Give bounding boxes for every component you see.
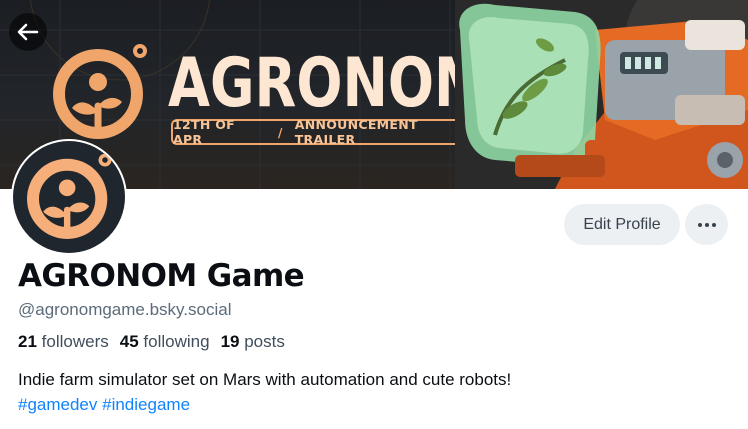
profile-display-name: AGRONOM Game bbox=[18, 258, 305, 294]
agronom-avatar-logo-icon bbox=[27, 153, 112, 239]
banner-title-text: AGRONOM bbox=[168, 44, 488, 114]
edit-profile-button[interactable]: Edit Profile bbox=[564, 204, 680, 245]
profile-bio: Indie farm simulator set on Mars with au… bbox=[18, 370, 512, 389]
posts-stat: 19 posts bbox=[221, 332, 285, 352]
posts-count: 19 bbox=[220, 332, 240, 351]
back-button[interactable] bbox=[9, 13, 47, 51]
profile-tags: #gamedev #indiegame bbox=[18, 395, 190, 415]
ellipsis-icon bbox=[697, 222, 716, 227]
robot-illustration bbox=[455, 0, 748, 189]
profile-handle: @agronomgame.bsky.social bbox=[18, 300, 232, 319]
posts-label: posts bbox=[244, 332, 285, 351]
hashtag-link[interactable]: #indiegame bbox=[102, 395, 190, 414]
arrow-left-icon bbox=[17, 23, 39, 41]
following-stat[interactable]: 45 following bbox=[120, 332, 210, 352]
following-count: 45 bbox=[119, 332, 139, 351]
more-options-button[interactable] bbox=[685, 204, 728, 245]
followers-stat[interactable]: 21 followers bbox=[18, 332, 109, 352]
followers-label: followers bbox=[41, 332, 109, 351]
followers-count: 21 bbox=[18, 332, 37, 351]
banner-subtitle-date: 12TH OF APR bbox=[173, 117, 235, 147]
following-label: following bbox=[143, 332, 210, 351]
agronom-logo-icon bbox=[53, 44, 147, 139]
profile-stats: 21 followers 45 following 19 posts bbox=[18, 332, 285, 352]
banner-subtitle: 12TH OF APR / ANNOUNCEMENT TRAILER bbox=[171, 117, 479, 147]
banner-title: AGRONOM bbox=[168, 44, 488, 114]
avatar[interactable] bbox=[11, 139, 127, 255]
banner-subtitle-separator: / bbox=[277, 124, 283, 140]
banner-subtitle-text: ANNOUNCEMENT TRAILER bbox=[294, 117, 418, 147]
hashtag-link[interactable]: #gamedev bbox=[18, 395, 97, 414]
